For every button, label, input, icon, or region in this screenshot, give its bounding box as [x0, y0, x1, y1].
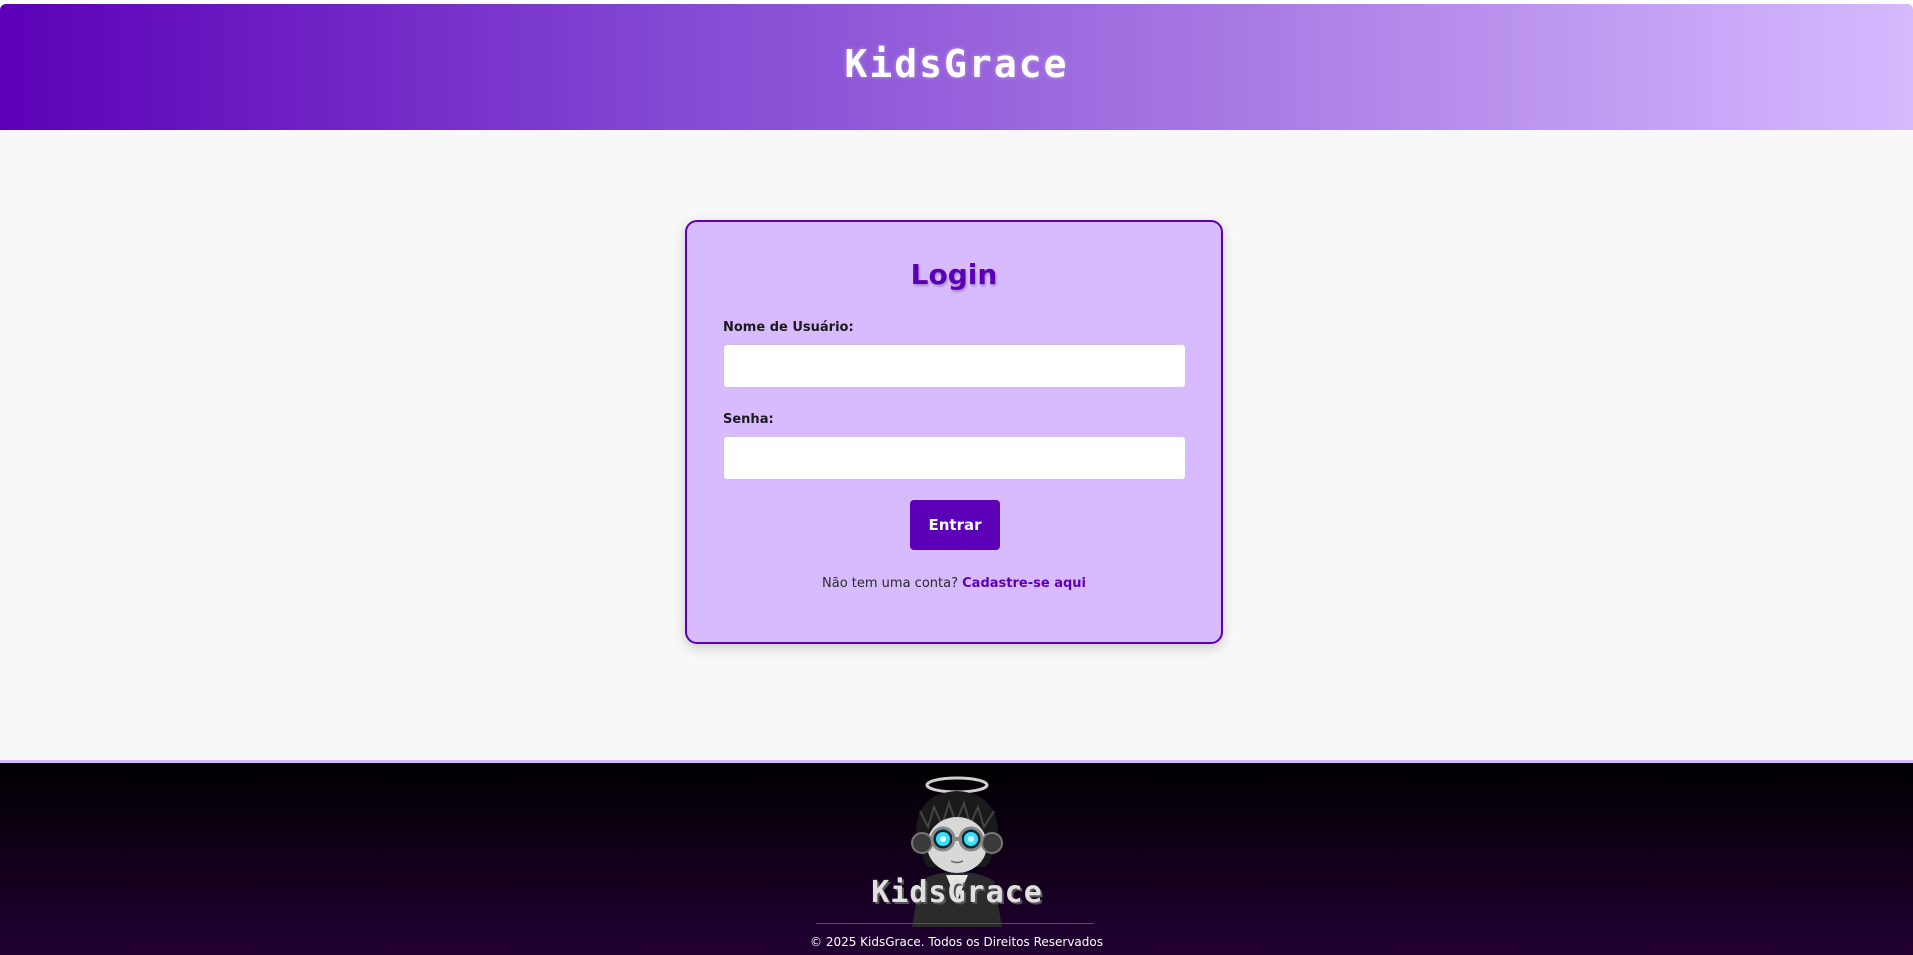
page: KidsGrace Login Nome de Usuário: Senha: …	[0, 0, 1913, 955]
username-input[interactable]	[723, 344, 1186, 388]
signup-line: Não tem uma conta? Cadastre-se aqui	[687, 576, 1221, 591]
signup-prompt: Não tem uma conta?	[822, 576, 958, 591]
footer-logo: KidsGrace	[846, 771, 1068, 927]
footer-copyright: © 2025 KidsGrace. Todos os Direitos Rese…	[810, 935, 1103, 949]
password-label: Senha:	[723, 412, 774, 427]
password-input[interactable]	[723, 436, 1186, 480]
site-title: KidsGrace	[844, 42, 1069, 86]
site-header: KidsGrace	[0, 4, 1913, 130]
login-title: Login	[910, 258, 998, 291]
signup-link[interactable]: Cadastre-se aqui	[962, 576, 1086, 591]
login-button[interactable]: Entrar	[910, 500, 1000, 550]
username-label: Nome de Usuário:	[723, 320, 854, 335]
site-footer: KidsGrace © 2025 KidsGrace. Todos os Dir…	[0, 760, 1913, 955]
footer-logo-text: KidsGrace	[871, 875, 1043, 910]
login-form: Login Nome de Usuário: Senha: Entrar Não…	[685, 220, 1223, 644]
footer-divider	[816, 923, 1094, 924]
